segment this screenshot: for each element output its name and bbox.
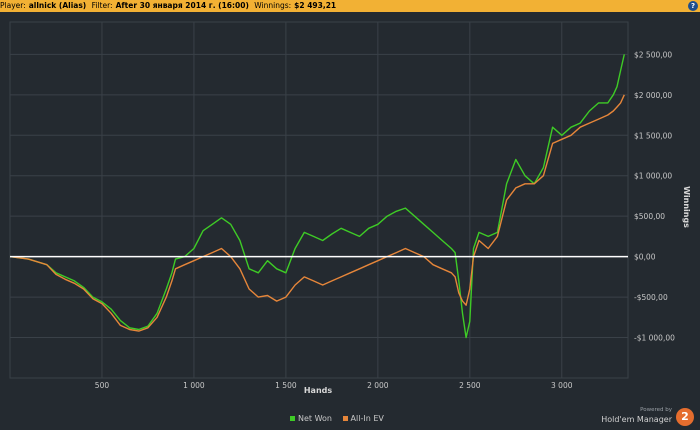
x-tick-label: 1 000 [183,381,205,390]
winnings-chart: 500 1 000 1 500 2 000 2 500 3 000 $2 500,00 $2 … [9,21,691,395]
x-tick-label: 3 000 [551,381,573,390]
chart-ticks: 500 1 000 1 500 2 000 2 500 3 000 $2 500,00 $2 … [95,50,675,390]
player-value: allnick (Alias) [28,1,87,10]
plot-area [9,21,629,379]
filter-label: Filter: [91,1,113,10]
y-tick-label: -$500,00 [634,293,668,302]
legend-label-allin-ev: All-In EV [350,414,384,423]
y-tick-label: $1 000,00 [634,172,672,181]
brand-name: Hold'em Manager [601,415,672,424]
x-tick-label: 2 500 [459,381,481,390]
branding: Powered by Hold'em Manager 2 [600,407,696,429]
legend-swatch-allin-ev [342,416,348,421]
y-tick-label: $1 500,00 [634,131,672,140]
chart-grid [9,21,629,379]
help-icon[interactable]: ? [688,1,698,11]
winnings-value: $2 493,21 [294,1,337,10]
filter-value: After 30 января 2014 г. (16:00) [115,1,249,10]
x-axis-label: Hands [304,386,333,395]
x-tick-label: 1 500 [275,381,297,390]
y-tick-label: $2 000,00 [634,91,672,100]
legend-swatch-net-won [290,416,295,421]
y-tick-label: -$1 000,00 [634,334,675,343]
x-tick-label: 500 [95,381,110,390]
x-tick-label: 2 000 [367,381,389,390]
legend-item-allin-ev[interactable]: All-In EV [342,414,384,423]
powered-by-label: Powered by [640,407,672,413]
winnings-label: Winnings: [254,1,292,10]
player-label: Player: [0,1,26,10]
chart-legend: Net Won All-In EV [290,414,392,423]
y-axis-label: Winnings [682,186,691,228]
filter-bar: Player: allnick (Alias) Filter: After 30 я… [0,0,700,12]
y-tick-label: $500,00 [634,212,665,221]
y-tick-label: $0,00 [634,253,656,262]
legend-label-net-won: Net Won [298,414,332,423]
y-tick-label: $2 500,00 [634,50,672,59]
hm2-logo-icon: 2 [676,408,694,426]
legend-item-net-won[interactable]: Net Won [290,414,332,423]
chart-series [9,54,628,339]
